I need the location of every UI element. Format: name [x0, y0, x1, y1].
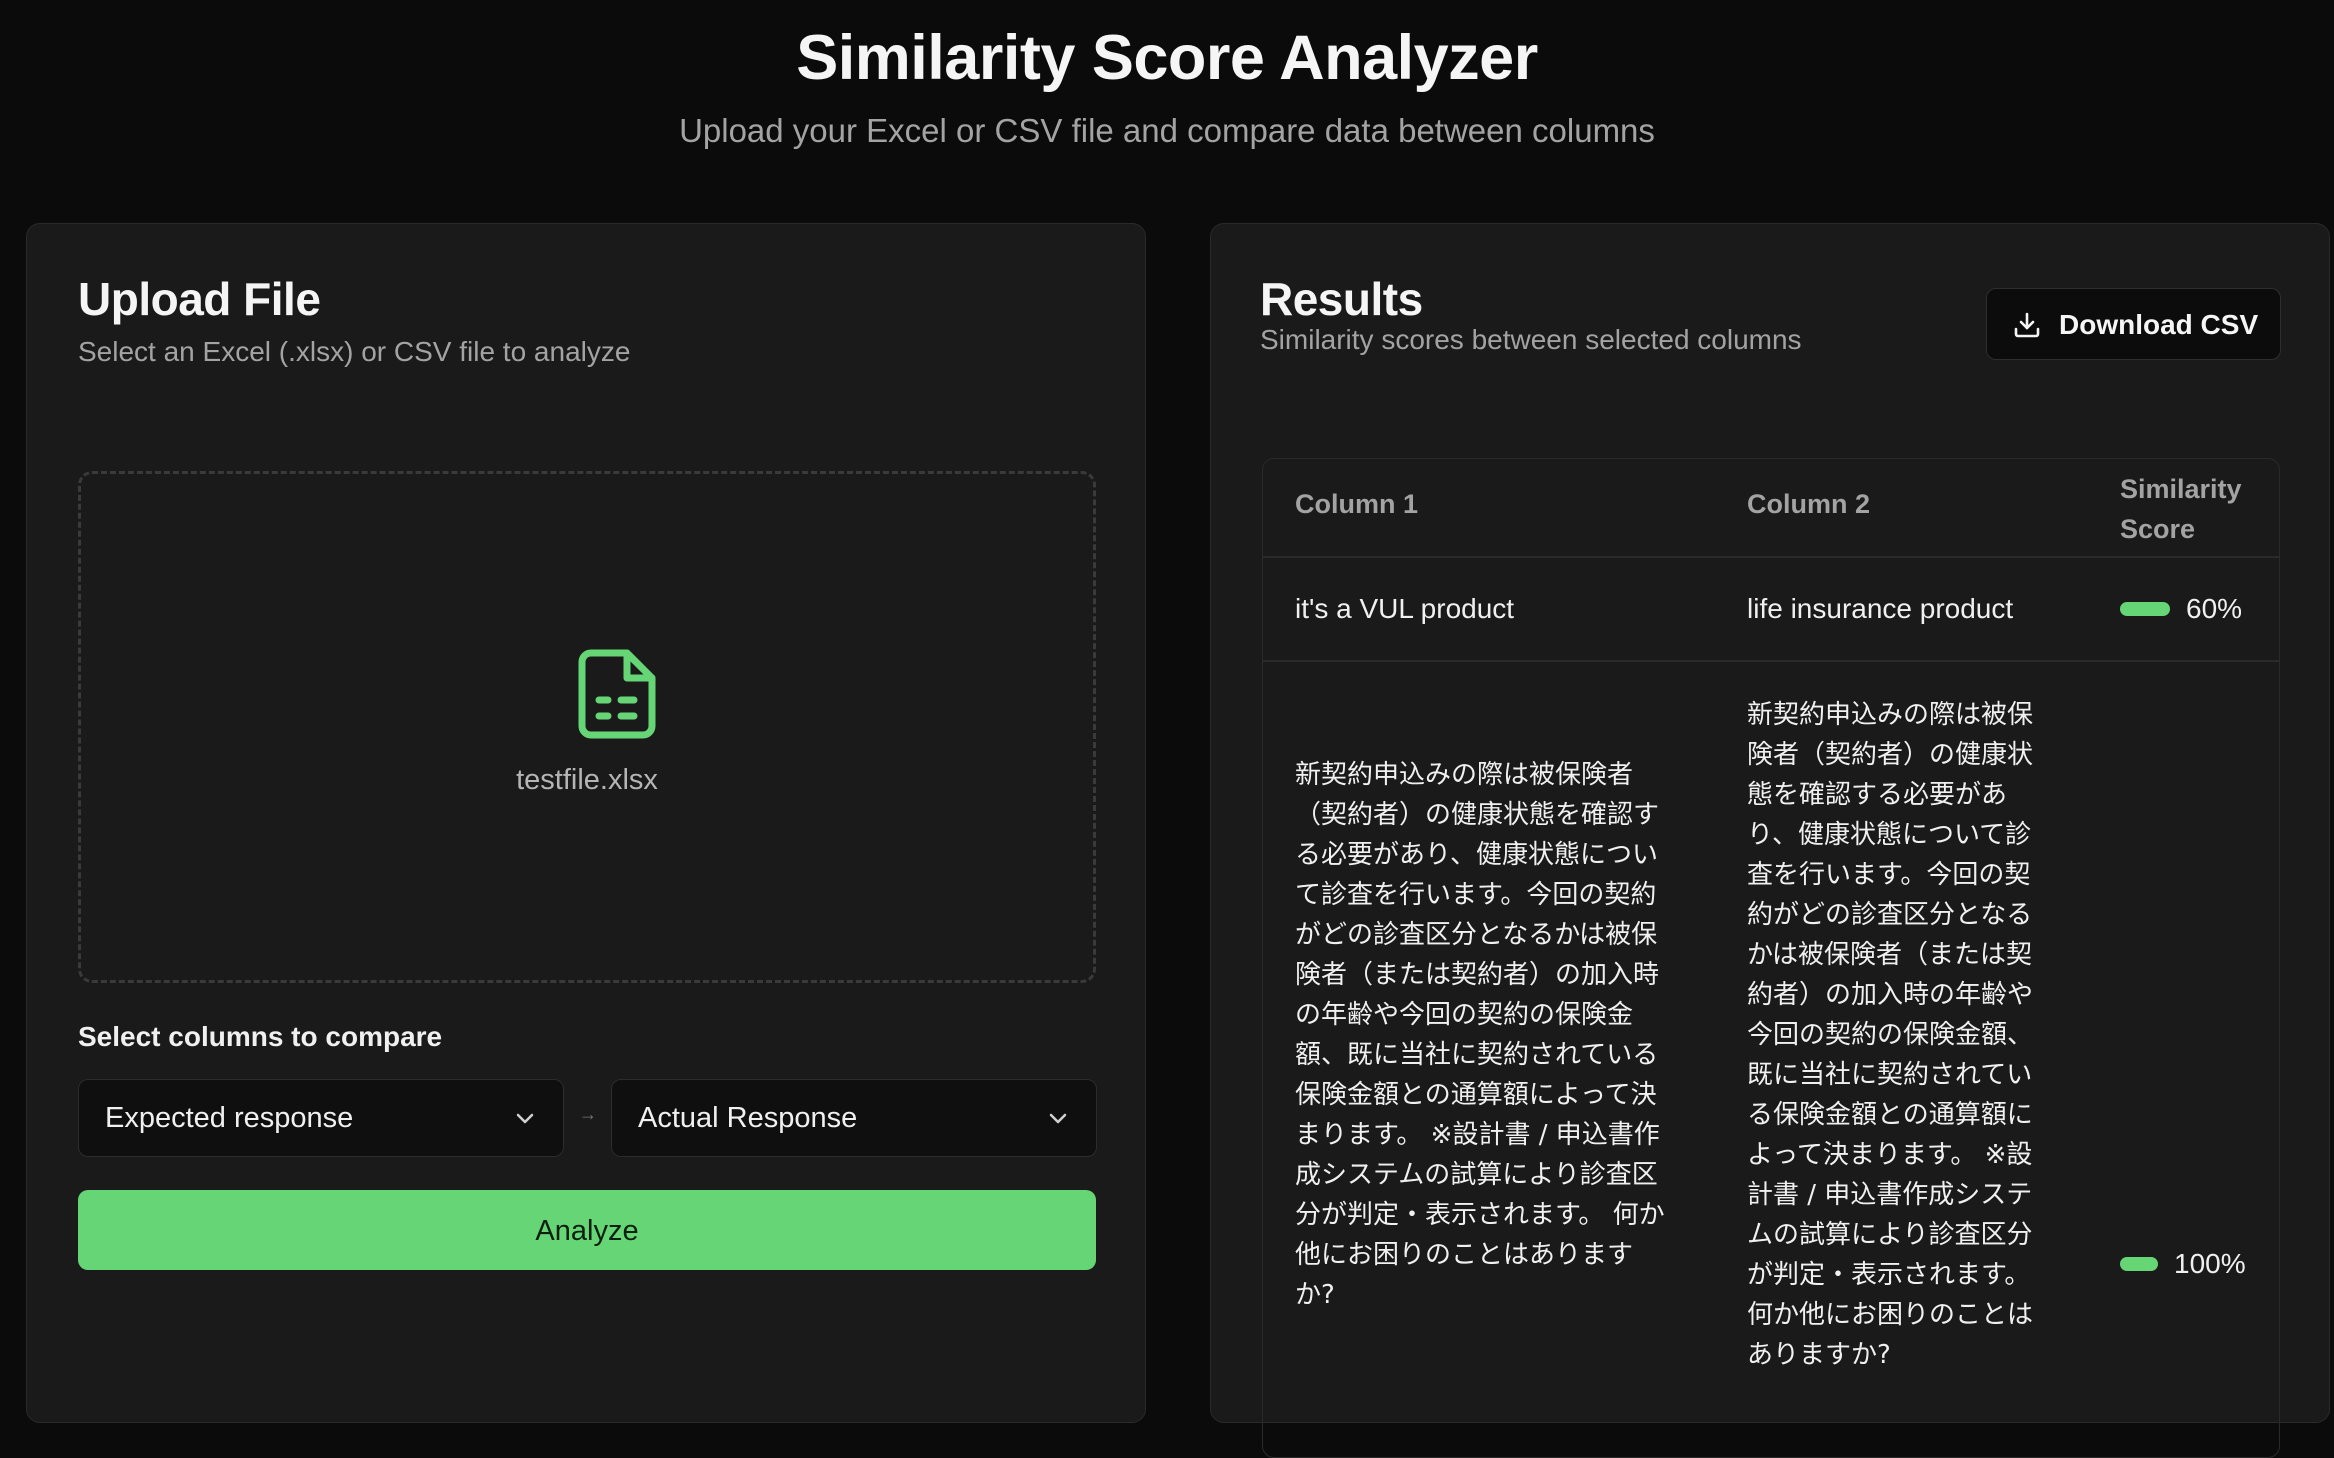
table-divider	[1263, 660, 2279, 662]
table-row-2-col2-line: 約者）の加入時の年齢や	[1747, 980, 2034, 1010]
table-row-2-col2-line: り、健康状態について診	[1747, 820, 2032, 850]
upload-description: Select an Excel (.xlsx) or CSV file to a…	[78, 336, 631, 367]
table-row-1-col2: life insurance product	[1747, 593, 2014, 624]
column1-select-value: Expected response	[105, 1102, 354, 1134]
table-row-2-col2-line: が判定・表示されます。	[1747, 1260, 2031, 1290]
table-row-2-col2-line: 計書 / 申込書作成システ	[1747, 1180, 2033, 1210]
file-spreadsheet-icon	[578, 649, 656, 739]
table-row-2-col2-line: 何か他にお困りのことは	[1747, 1300, 2034, 1330]
table-header-score: Similarity Score	[2120, 469, 2242, 549]
table-row-2-col1: 新契約申込みの際は被保険者 （契約者）の健康状態を確認す る必要があり、健康状態…	[1295, 755, 1695, 1315]
table-row-2-col1-line: 分が判定・表示されます。 何か	[1295, 1200, 1665, 1230]
table-row-2-col1-line: の年齢や今回の契約の保険金	[1295, 1000, 1634, 1030]
results-title: Results	[1260, 273, 1423, 325]
table-row-2-col2-line: ありますか?	[1747, 1340, 1891, 1370]
download-csv-label: Download CSV	[2059, 309, 2259, 340]
upload-title: Upload File	[78, 273, 321, 325]
table-row-2-col1-line: 険者（または契約者）の加入時	[1295, 960, 1660, 990]
table-row-1-col1: it's a VUL product	[1295, 593, 1515, 624]
table-row-2-score-bar	[2120, 1257, 2158, 1271]
table-row-2-col1-line: る必要があり、健康状態につい	[1295, 840, 1658, 870]
table-row-2-col2-line: 査を行います。今回の契	[1747, 860, 2031, 890]
table-row-2-col1-line: 成システムの試算により診査区	[1295, 1160, 1658, 1190]
page-title: Similarity Score Analyzer	[796, 23, 1538, 93]
table-row-2-col1-line: 他にお困りのことはあります	[1295, 1240, 1634, 1270]
results-card: Results Similarity scores between select…	[1210, 223, 2330, 1458]
table-row-2-col2: 新契約申込みの際は被保 険者（契約者）の健康状 態を確認する必要があ り、健康状…	[1747, 695, 2067, 1375]
results-description: Similarity scores between selected colum…	[1260, 324, 1802, 355]
upload-card: Upload File Select an Excel (.xlsx) or C…	[26, 223, 1146, 1423]
table-divider	[1263, 556, 2279, 558]
table-row-2-col2-line: 新契約申込みの際は被保	[1747, 700, 2034, 730]
file-dropzone[interactable]: testfile.xlsx	[78, 471, 1096, 983]
chevron-down-icon	[1049, 1113, 1067, 1124]
table-row-2-col2-line: 今回の契約の保険金額、	[1747, 1020, 2034, 1050]
table-row-1-score-bar	[2120, 602, 2170, 616]
table-header-score-line2: Score	[2120, 514, 2196, 544]
table-header-score-line1: Similarity	[2120, 474, 2242, 504]
arrow-separator: →	[579, 1104, 597, 1124]
table-row-2-col2-line: 約がどの診査区分となる	[1747, 900, 2033, 930]
chevron-down-icon	[516, 1113, 534, 1124]
table-row-2-score: 100%	[2174, 1248, 2246, 1279]
table-row-2-col2-line: ムの試算により診査区分	[1747, 1220, 2033, 1250]
table-row-2-col1-line: 新契約申込みの際は被保険者	[1295, 760, 1634, 790]
table-row-2-col2-line: 険者（契約者）の健康状	[1747, 740, 2034, 770]
table-header-column2: Column 2	[1747, 489, 1871, 519]
table-row-2-col1-line: がどの診査区分となるかは被保	[1295, 920, 1658, 950]
table-row-2-col2-line: る保険金額との通算額に	[1747, 1100, 2033, 1130]
download-csv-button[interactable]: Download CSV	[1986, 288, 2281, 360]
column2-select[interactable]: Actual Response	[611, 1079, 1097, 1157]
uploaded-file-name: testfile.xlsx	[516, 764, 658, 796]
page-subtitle: Upload your Excel or CSV file and compar…	[679, 112, 1655, 149]
analyze-button-label: Analyze	[535, 1215, 639, 1247]
table-row-2-col1-line: まります。 ※設計書 / 申込書作	[1295, 1120, 1660, 1150]
table-row-2-col2-line: よって決まります。 ※設	[1747, 1140, 2033, 1170]
analyze-button[interactable]: Analyze	[78, 1190, 1096, 1270]
column1-select[interactable]: Expected response	[78, 1079, 564, 1157]
table-header-column1: Column 1	[1295, 489, 1419, 519]
table-row-2-col1-line: 額、既に当社に契約されている	[1295, 1040, 1659, 1070]
table-row-2-col1-line: か?	[1295, 1280, 1335, 1310]
table-row-2-col1-line: 保険金額との通算額によって決	[1295, 1080, 1657, 1110]
download-icon	[2014, 312, 2040, 338]
column2-select-value: Actual Response	[638, 1102, 858, 1134]
table-row-2-col2-line: 態を確認する必要があ	[1747, 780, 2008, 810]
table-row-2-col2-line: かは被保険者（または契	[1747, 940, 2032, 970]
table-row-2-col1-line: て診査を行います。今回の契約	[1295, 880, 1657, 910]
columns-label: Select columns to compare	[78, 1021, 443, 1052]
table-row-1-score: 60%	[2186, 593, 2243, 624]
table-row-2-col1-line: （契約者）の健康状態を確認す	[1295, 800, 1660, 830]
table-row-2-col2-line: 既に当社に契約されてい	[1747, 1060, 2033, 1090]
results-table: Column 1 Column 2 Similarity Score it's …	[1262, 458, 2280, 1458]
